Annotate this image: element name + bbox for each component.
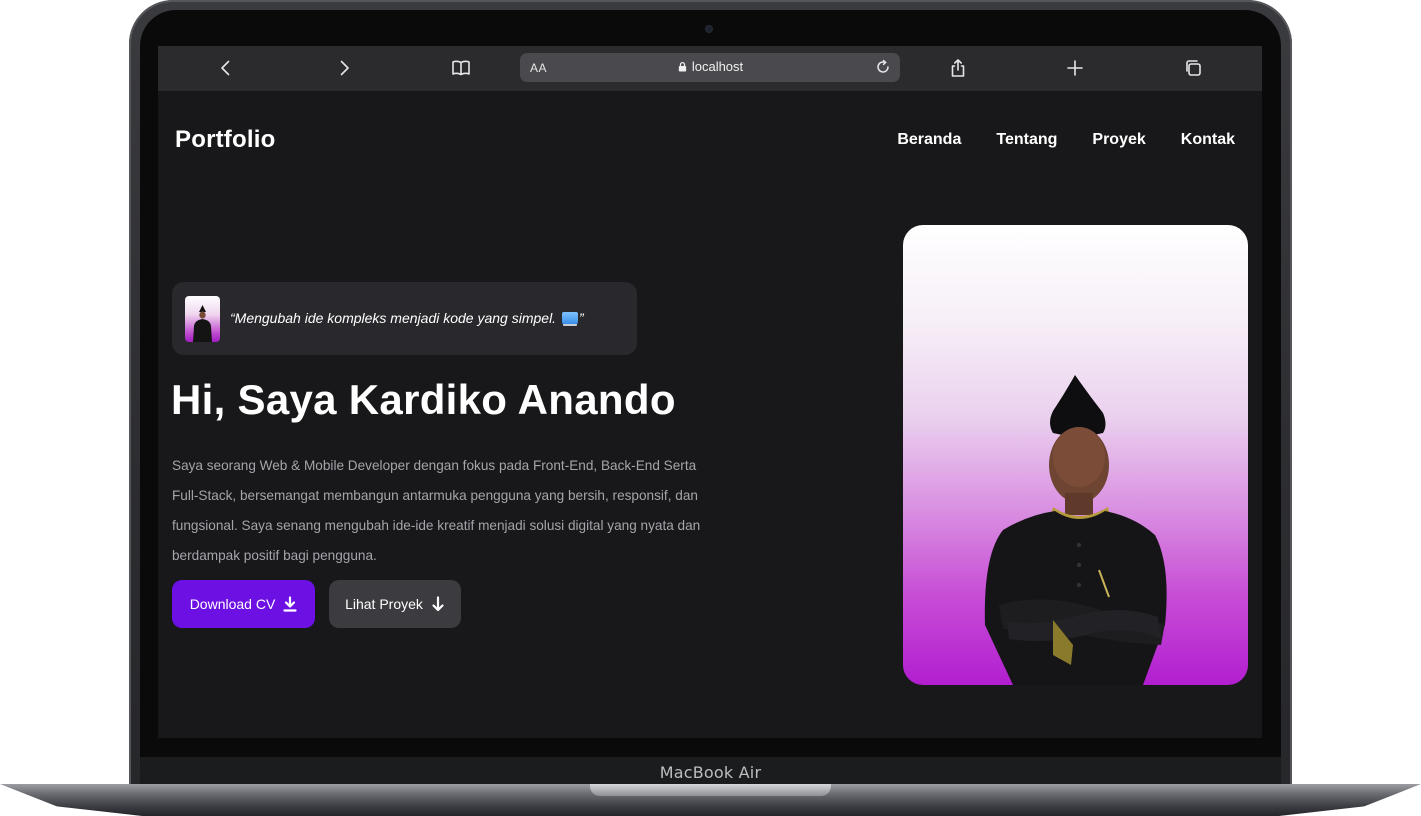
plus-icon[interactable]: [1060, 54, 1090, 82]
url-display: localhost: [520, 59, 900, 74]
view-projects-button[interactable]: Lihat Proyek: [329, 580, 461, 628]
book-icon[interactable]: [446, 54, 476, 82]
browser-toolbar: AA localhost: [158, 46, 1262, 91]
screen: AA localhost Portfolio Beranda Tentang P…: [158, 46, 1262, 738]
download-icon: [283, 596, 297, 612]
laptop-base-notch: [590, 784, 831, 796]
nav-item-tentang[interactable]: Tentang: [996, 131, 1057, 149]
tabs-icon[interactable]: [1178, 54, 1208, 82]
camera-icon: [706, 26, 712, 32]
view-projects-label: Lihat Proyek: [345, 596, 423, 612]
download-cv-label: Download CV: [189, 596, 276, 612]
main-nav: Beranda Tentang Proyek Kontak: [897, 131, 1235, 149]
avatar: [185, 296, 220, 342]
reload-icon[interactable]: [874, 58, 892, 76]
url-text: localhost: [691, 59, 744, 74]
quote-card: “Mengubah ide kompleks menjadi kode yang…: [172, 282, 637, 355]
arrow-down-icon: [432, 596, 444, 612]
hero-title: Hi, Saya Kardiko Anando: [171, 376, 676, 423]
download-cv-button[interactable]: Download CV: [172, 580, 315, 628]
nav-item-kontak[interactable]: Kontak: [1181, 131, 1235, 149]
laptop-emoji-icon: [561, 312, 578, 324]
share-icon[interactable]: [943, 54, 973, 82]
device-label: MacBook Air: [659, 763, 762, 782]
address-bar[interactable]: AA localhost: [520, 53, 900, 82]
quote-text: “Mengubah ide kompleks menjadi kode yang…: [230, 310, 584, 326]
nav-item-proyek[interactable]: Proyek: [1092, 131, 1145, 149]
site-brand[interactable]: Portfolio: [175, 126, 275, 154]
nav-item-beranda[interactable]: Beranda: [897, 131, 961, 149]
profile-photo: [903, 225, 1248, 685]
chevron-left-icon[interactable]: [211, 54, 241, 82]
hero-description: Saya seorang Web & Mobile Developer deng…: [172, 458, 701, 563]
lock-icon: [678, 62, 687, 72]
chevron-right-icon[interactable]: [329, 54, 359, 82]
